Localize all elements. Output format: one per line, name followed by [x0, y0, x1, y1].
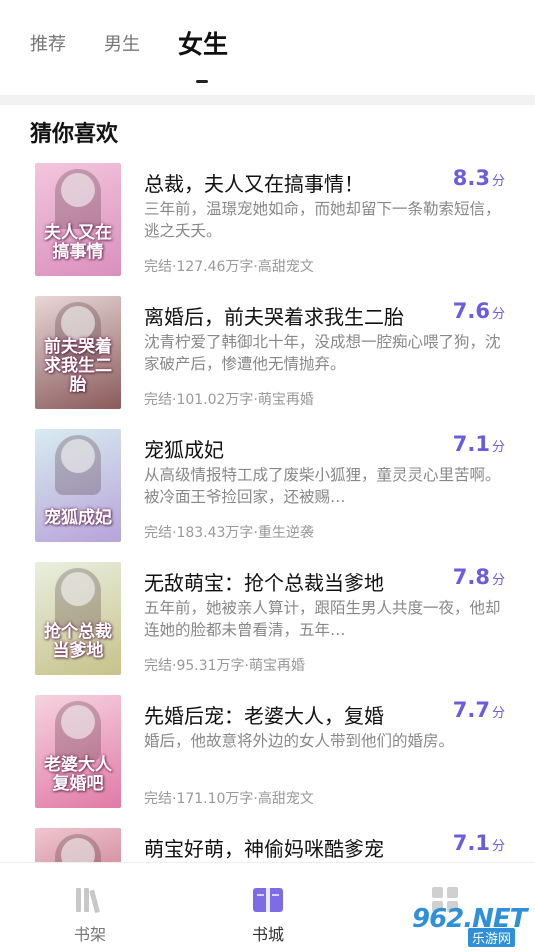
- score-unit: 分: [491, 706, 505, 721]
- cover-figure-face: [61, 572, 95, 606]
- book-item[interactable]: 抢个总裁当爹地 无敌萌宝：抢个总裁当爹地 7.8 分 五年前，她被亲人算计，跟陌生…: [0, 559, 535, 692]
- book-score: 7.7 分: [453, 698, 505, 722]
- book-score: 7.8 分: [453, 565, 505, 589]
- top-tab-bar: 推荐 男生 女生: [0, 0, 535, 95]
- book-score: 7.1 分: [453, 432, 505, 456]
- book-score: 7.1 分: [453, 831, 505, 855]
- active-tab-indicator: [196, 80, 208, 83]
- book-title[interactable]: 无敌萌宝：抢个总裁当爹地: [144, 567, 444, 596]
- book-item[interactable]: 夫人又在搞事情 总裁，夫人又在搞事情！ 8.3 分 三年前，温璟宠她如命，而她却留…: [0, 160, 535, 293]
- book-meta: 完结·127.46万字·高甜宠文: [144, 259, 314, 275]
- score-value: 7.1: [452, 432, 490, 456]
- nav-bookstore[interactable]: 书城: [208, 863, 328, 952]
- cover-title-art: 老婆大人复婚吧: [44, 755, 112, 794]
- cover-title-art: 夫人又在搞事情: [44, 223, 112, 262]
- cover-figure-face: [61, 705, 95, 739]
- watermark-sub: 乐游网: [468, 928, 516, 947]
- book-title[interactable]: 总裁，夫人又在搞事情！: [144, 168, 444, 197]
- book-cover[interactable]: 宠狐成妃: [35, 429, 121, 542]
- watermark-logo: 962.NET 乐游网: [396, 900, 530, 948]
- section-title: 猜你喜欢: [30, 122, 119, 147]
- book-description: 三年前，温璟宠她如命，而她却留下一条勒索短信，逃之夭夭。: [144, 200, 501, 240]
- book-score: 7.6 分: [453, 299, 505, 323]
- nav-bookshelf[interactable]: 书架: [30, 863, 150, 952]
- tab-recommend[interactable]: 推荐: [30, 30, 66, 56]
- book-item[interactable]: 萌宝好萌，神偷妈咪酷爹宠 7.1 分: [0, 825, 535, 862]
- book-title[interactable]: 宠狐成妃: [144, 434, 444, 463]
- book-cover[interactable]: 抢个总裁当爹地: [35, 562, 121, 675]
- score-value: 7.1: [452, 831, 490, 855]
- book-cover[interactable]: 老婆大人复婚吧: [35, 695, 121, 808]
- cover-title-art: 前夫哭着求我生二胎: [44, 337, 112, 395]
- tab-male[interactable]: 男生: [104, 30, 140, 56]
- book-meta: 完结·171.10万字·高甜宠文: [144, 791, 314, 807]
- book-meta: 完结·101.02万字·萌宝再婚: [144, 392, 314, 408]
- cover-title-art: 宠狐成妃: [44, 508, 112, 528]
- score-unit: 分: [491, 174, 505, 189]
- book-title[interactable]: 先婚后宠：老婆大人，复婚: [144, 700, 444, 729]
- book-cover[interactable]: 夫人又在搞事情: [35, 163, 121, 276]
- section-divider: [0, 95, 535, 105]
- book-item[interactable]: 宠狐成妃 宠狐成妃 7.1 分 从高级情报特工成了废柴小狐狸，童灵灵心里苦啊。被冷…: [0, 426, 535, 559]
- nav-label: 书架: [73, 925, 106, 944]
- book-title[interactable]: 离婚后，前夫哭着求我生二胎: [144, 301, 444, 330]
- cover-figure-face: [61, 439, 95, 473]
- book-item[interactable]: 前夫哭着求我生二胎 离婚后，前夫哭着求我生二胎 7.6 分 沈青柠爱了韩御北十年，…: [0, 293, 535, 426]
- score-unit: 分: [491, 307, 505, 322]
- book-cover[interactable]: [35, 828, 121, 862]
- book-cover[interactable]: 前夫哭着求我生二胎: [35, 296, 121, 409]
- cover-figure-face: [61, 306, 95, 340]
- book-meta: 完结·183.43万字·重生逆袭: [144, 525, 314, 541]
- score-unit: 分: [491, 839, 505, 854]
- score-value: 7.7: [452, 698, 490, 722]
- book-description: 婚后，他故意将外边的女人带到他们的婚房。: [144, 732, 455, 750]
- cover-figure-face: [61, 173, 95, 207]
- book-description: 五年前，她被亲人算计，跟陌生男人共度一夜，他却连她的脸都未曾看清，五年…: [144, 599, 501, 639]
- score-value: 7.8: [452, 565, 490, 589]
- score-unit: 分: [491, 440, 505, 455]
- book-meta: 完结·95.31万字·萌宝再婚: [144, 658, 305, 674]
- book-score: 8.3 分: [453, 166, 505, 190]
- cover-title-art: 抢个总裁当爹地: [44, 622, 112, 661]
- score-value: 7.6: [452, 299, 490, 323]
- book-description: 从高级情报特工成了废柴小狐狸，童灵灵心里苦啊。被冷面王爷捡回家，还被赐…: [144, 466, 501, 506]
- tab-female[interactable]: 女生: [178, 25, 228, 61]
- book-list: 夫人又在搞事情 总裁，夫人又在搞事情！ 8.3 分 三年前，温璟宠她如命，而她却留…: [0, 160, 535, 862]
- book-open-icon: [253, 888, 283, 912]
- nav-label: 书城: [251, 925, 284, 944]
- book-description: 沈青柠爱了韩御北十年，没成想一腔痴心喂了狗，沈家破产后，惨遭他无情抛弃。: [144, 333, 501, 373]
- bookshelf-icon: [76, 888, 100, 913]
- score-unit: 分: [491, 573, 505, 588]
- score-value: 8.3: [452, 166, 490, 190]
- book-title[interactable]: 萌宝好萌，神偷妈咪酷爹宠: [144, 833, 444, 862]
- book-item[interactable]: 老婆大人复婚吧 先婚后宠：老婆大人，复婚 7.7 分 婚后，他故意将外边的女人带到…: [0, 692, 535, 825]
